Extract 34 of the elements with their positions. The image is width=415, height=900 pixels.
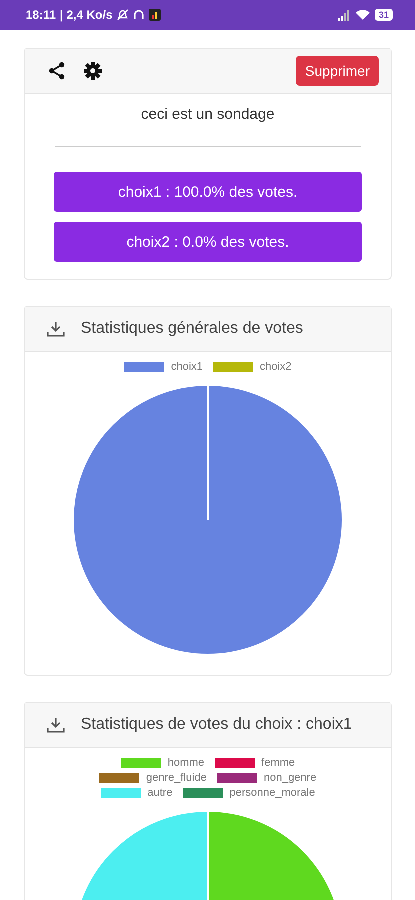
legend-swatch	[99, 773, 140, 783]
result-button[interactable]: choix2 : 0.0% des votes.	[54, 222, 362, 262]
delete-button[interactable]: Supprimer	[296, 56, 379, 86]
legend-label: choix1	[171, 361, 203, 373]
wifi-icon	[354, 9, 371, 21]
legend-label: autre	[148, 787, 173, 799]
status-time: 18:11	[26, 8, 56, 22]
card-title: Statistiques de votes du choix : choix1	[81, 716, 352, 734]
legend-swatch	[216, 773, 257, 783]
result-button[interactable]: choix1 : 100.0% des votes.	[54, 172, 362, 212]
legend-label: choix2	[260, 361, 292, 373]
card-title: Statistiques générales de votes	[81, 320, 304, 338]
legend-label: femme	[262, 757, 296, 769]
legend-label: non_genre	[264, 772, 317, 784]
legend-label: genre_fluide	[146, 772, 207, 784]
legend-swatch	[100, 788, 141, 798]
signal-icon	[336, 9, 351, 21]
settings-icon[interactable]	[83, 61, 103, 81]
share-icon[interactable]	[47, 61, 67, 81]
download-icon[interactable]	[47, 717, 65, 733]
battery-icon: 31	[374, 9, 393, 21]
legend-swatch	[213, 362, 253, 372]
legend-swatch	[124, 362, 164, 372]
legend-label: personne_morale	[230, 787, 316, 799]
legend-swatch	[214, 758, 255, 768]
headphones-icon	[132, 9, 145, 21]
app-icon	[148, 9, 161, 21]
legend-swatch	[120, 758, 161, 768]
download-icon[interactable]	[47, 321, 65, 337]
legend-swatch	[182, 788, 223, 798]
network-speed: | 2,4 Ko/s	[60, 8, 113, 22]
poll-question: ceci est un sondage	[140, 105, 276, 125]
bell-off-icon	[116, 9, 129, 21]
legend-label: homme	[168, 757, 205, 769]
